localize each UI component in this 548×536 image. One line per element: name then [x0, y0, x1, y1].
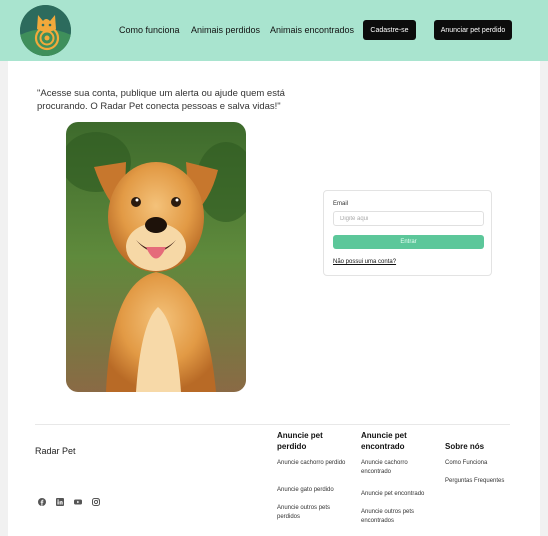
- nav-animais-encontrados[interactable]: Animais encontrados: [270, 25, 354, 35]
- email-field[interactable]: [333, 211, 484, 226]
- facebook-icon[interactable]: [38, 493, 46, 506]
- dog-photo-icon: [66, 122, 246, 392]
- youtube-icon[interactable]: [74, 493, 82, 505]
- footer-link-lost-cat[interactable]: Anuncie gato perdido: [277, 486, 352, 495]
- nav-animais-perdidos[interactable]: Animais perdidos: [191, 25, 260, 35]
- login-card: Email Entrar Não possui uma conta?: [323, 190, 492, 276]
- login-button[interactable]: Entrar: [333, 235, 484, 249]
- no-account-link[interactable]: Não possui uma conta?: [333, 259, 396, 265]
- hero-quote: "Acesse sua conta, publique um alerta ou…: [37, 88, 285, 112]
- footer-link-faq[interactable]: Perguntas Frequentes: [445, 477, 520, 486]
- footer-link-lost-dog[interactable]: Anuncie cachorro perdido: [277, 459, 347, 468]
- footer-brand: Radar Pet: [35, 446, 76, 456]
- footer-col-lost-title: Anuncie pet perdido: [277, 431, 323, 451]
- footer-link-lost-other[interactable]: Anuncie outros pets perdidos: [277, 504, 347, 521]
- footer-col-about-title: Sobre nós: [445, 442, 485, 451]
- footer-col-found-title: Anuncie pet encontrado: [361, 431, 407, 451]
- instagram-icon[interactable]: [92, 493, 100, 506]
- footer-link-found-pet[interactable]: Anuncie pet encontrado: [361, 490, 441, 499]
- linkedin-icon[interactable]: [56, 493, 64, 506]
- radar-pet-logo-icon[interactable]: [20, 5, 71, 56]
- footer-link-how-it-works[interactable]: Como Funciona: [445, 459, 515, 468]
- email-label: Email: [333, 201, 349, 207]
- site-header: Como funciona Animais perdidos Animais e…: [0, 0, 548, 61]
- footer-divider: [35, 424, 510, 425]
- footer-link-found-other[interactable]: Anuncie outros pets encontrados: [361, 508, 427, 525]
- signup-button[interactable]: Cadastre-se: [363, 20, 416, 40]
- announce-lost-pet-button[interactable]: Anunciar pet perdido: [434, 20, 512, 40]
- footer-link-found-dog[interactable]: Anuncie cachorro encontrado: [361, 459, 427, 476]
- nav-como-funciona[interactable]: Como funciona: [119, 25, 180, 35]
